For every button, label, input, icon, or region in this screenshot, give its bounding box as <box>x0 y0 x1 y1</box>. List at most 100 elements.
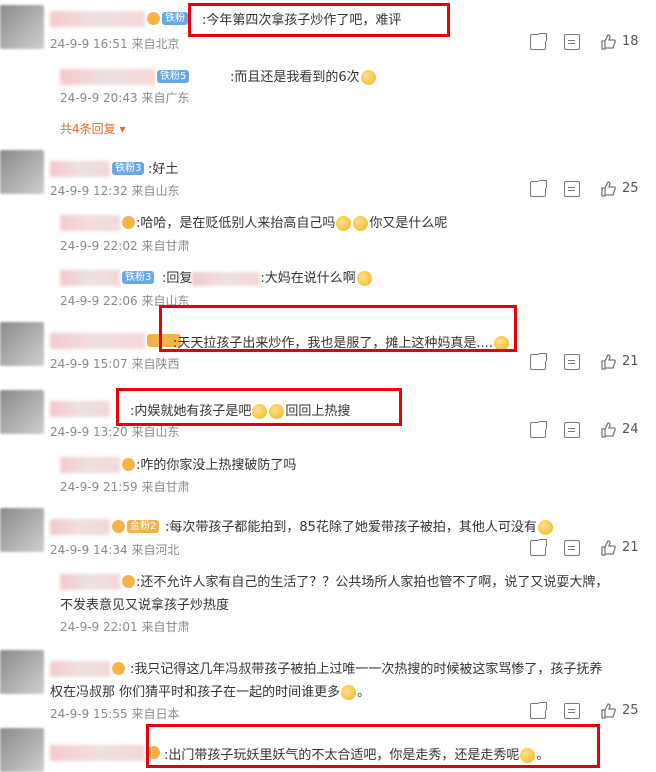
avatar[interactable] <box>0 390 44 434</box>
avatar[interactable] <box>0 322 44 366</box>
comment-text-line2: 权在冯叔那 你们猜平时和孩子在一起的时间谁更多。 <box>50 685 371 700</box>
avatar[interactable] <box>0 728 44 772</box>
reply-meta: 24-9-9 22:01 来自甘肃 <box>60 620 190 634</box>
comment-header <box>50 398 110 417</box>
comment-actions: 21 <box>530 353 648 372</box>
emoji-icon <box>537 520 553 535</box>
vip-icon <box>147 12 160 25</box>
like-count: 21 <box>622 540 639 555</box>
avatar[interactable] <box>0 650 44 694</box>
vip-icon <box>122 575 135 588</box>
comment-actions: 25 <box>530 702 648 721</box>
comment-header: 铁粉 <box>50 8 188 27</box>
comment-meta: 24-9-9 14:34 来自河北 <box>50 543 180 557</box>
username-blurred[interactable] <box>50 744 145 761</box>
like-count: 21 <box>622 354 639 369</box>
vip-icon <box>122 216 135 229</box>
fan-badge: 铁粉3 <box>122 271 155 284</box>
vip-icon <box>112 520 125 533</box>
like-count: 25 <box>622 181 639 196</box>
username-blurred[interactable] <box>50 10 145 27</box>
comment-icon[interactable] <box>564 703 580 719</box>
like-count: 18 <box>622 34 639 49</box>
reply-text: :而且还是我看到的6次 <box>230 66 377 85</box>
username-blurred[interactable] <box>60 68 155 85</box>
reply-meta: 24-9-9 21:59 来自甘肃 <box>60 480 190 494</box>
like-icon[interactable] <box>600 181 616 197</box>
reply-text: :哈哈，是在贬低别人来抬高自己吗 你又是什么呢 <box>136 216 448 231</box>
comment-meta: 24-9-9 15:07 来自陕西 <box>50 357 180 371</box>
emoji-icon <box>360 70 376 85</box>
emoji-icon <box>356 271 372 286</box>
reply-text: :回复:大妈在说什么啊 <box>162 267 373 286</box>
reply-meta: 24-9-9 20:43 来自广东 <box>60 91 190 105</box>
more-replies-link[interactable]: 共4条回复 ▾ <box>60 120 125 137</box>
avatar[interactable] <box>0 5 44 49</box>
emoji-icon <box>353 216 369 231</box>
like-icon[interactable] <box>600 354 616 370</box>
comment-icon[interactable] <box>564 422 580 438</box>
username-blurred[interactable] <box>50 660 110 677</box>
comment-header <box>50 658 125 677</box>
comment-actions: 24 <box>530 421 648 440</box>
comment-icon[interactable] <box>564 181 580 197</box>
comment-text: :每次带孩子都能拍到，85花除了她爱带孩子被拍，其他人可没有 <box>165 516 554 535</box>
fan-badge: 金粉2 <box>127 520 160 533</box>
username-blurred[interactable] <box>60 214 120 231</box>
username-blurred[interactable] <box>60 456 120 473</box>
avatar[interactable] <box>0 508 44 552</box>
comment-icon[interactable] <box>564 540 580 556</box>
like-icon[interactable] <box>600 703 616 719</box>
emoji-icon <box>336 216 352 231</box>
username-blurred[interactable] <box>192 271 261 286</box>
comment-meta: 24-9-9 15:55 来自日本 <box>50 707 180 721</box>
vip-icon <box>122 458 135 471</box>
like-icon[interactable] <box>600 422 616 438</box>
username-blurred[interactable] <box>50 518 110 535</box>
reply-text-line2: 不发表意见又说拿孩子炒热度 <box>60 598 230 613</box>
highlight-box <box>188 3 450 37</box>
share-icon[interactable] <box>530 33 547 50</box>
reply-meta: 24-9-9 22:02 来自甘肃 <box>60 239 190 253</box>
username-blurred[interactable] <box>50 400 110 417</box>
fan-badge: 铁粉 <box>162 12 188 25</box>
like-count: 25 <box>622 703 639 718</box>
comment-meta: 24-9-9 12:32 来自山东 <box>50 184 180 198</box>
comment-icon[interactable] <box>564 354 580 370</box>
username-blurred[interactable] <box>50 332 145 349</box>
reply-header <box>60 212 135 231</box>
highlight-box <box>146 724 600 768</box>
comment-meta: 24-9-9 13:20 来自山东 <box>50 425 180 439</box>
emoji-icon <box>341 685 357 700</box>
comment-icon[interactable] <box>564 34 580 50</box>
comment-actions: 21 <box>530 539 648 558</box>
username-blurred[interactable] <box>60 573 120 590</box>
reply-header <box>60 454 135 473</box>
like-icon[interactable] <box>600 34 616 50</box>
comment-actions: 18 <box>530 33 648 52</box>
highlight-box <box>116 388 402 426</box>
username-blurred[interactable] <box>60 269 120 286</box>
reply-text: :咋的你家没上热搜破防了吗 <box>136 458 297 473</box>
share-icon[interactable] <box>530 353 547 370</box>
vip-icon <box>112 662 125 675</box>
comment-text: :好土 <box>148 162 179 177</box>
share-icon[interactable] <box>530 702 547 719</box>
reply-text: :还不允许人家有自己的生活了？？公共场所人家拍也管不了啊，说了又说耍大牌， <box>136 575 609 590</box>
like-icon[interactable] <box>600 540 616 556</box>
highlight-box <box>159 305 517 352</box>
reply-header: 铁粉5 <box>60 66 190 85</box>
avatar[interactable] <box>0 150 44 194</box>
comment-meta: 24-9-9 16:51 来自北京 <box>50 37 180 51</box>
share-icon[interactable] <box>530 180 547 197</box>
username-blurred[interactable] <box>50 160 110 177</box>
fan-badge: 铁粉5 <box>157 70 190 83</box>
share-icon[interactable] <box>530 539 547 556</box>
reply-header: 铁粉3 <box>60 267 155 286</box>
share-icon[interactable] <box>530 421 547 438</box>
comment-actions: 25 <box>530 180 648 199</box>
like-count: 24 <box>622 422 639 437</box>
fan-badge: 铁粉3 <box>112 162 145 175</box>
comment-header: 金粉2 <box>50 516 160 535</box>
comment-text: :我只记得这几年冯叔带孩子被拍上过唯一一次热搜的时候被这家骂惨了，孩子抚养 <box>130 662 603 677</box>
